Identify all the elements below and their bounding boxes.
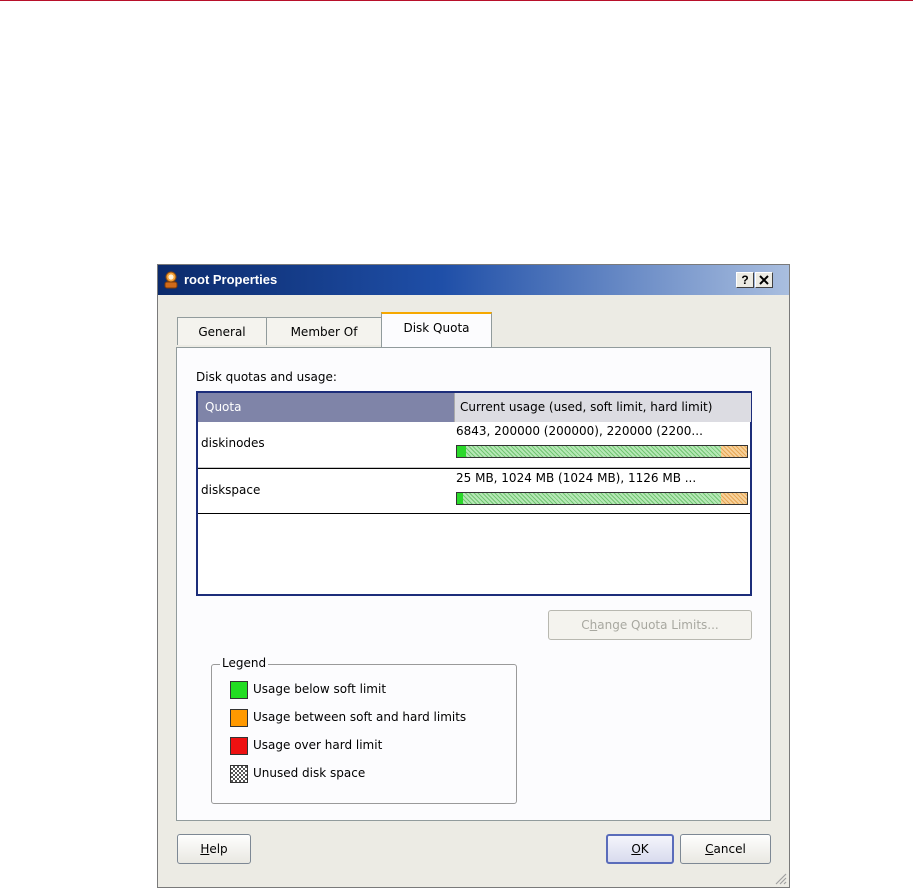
- help-title-button[interactable]: ?: [736, 272, 754, 288]
- tab-general[interactable]: General: [177, 317, 267, 345]
- ok-button[interactable]: OK: [606, 834, 674, 864]
- usage-bar: [456, 445, 748, 458]
- legend-title: Legend: [220, 656, 269, 670]
- close-title-button[interactable]: [755, 272, 773, 288]
- cancel-button[interactable]: Cancel: [680, 834, 771, 864]
- user-icon: [164, 271, 178, 289]
- tab-label: General: [198, 325, 246, 339]
- table-row[interactable]: diskinodes 6843, 200000 (200000), 220000…: [198, 422, 750, 468]
- color-swatch: [230, 681, 248, 699]
- usage-bar-free: [465, 446, 721, 457]
- title-bar[interactable]: root Properties ?: [158, 265, 789, 295]
- tab-disk-quota[interactable]: Disk Quota: [381, 312, 492, 347]
- tab-label: Member Of: [290, 325, 358, 339]
- legend-label: Usage below soft limit: [253, 682, 387, 696]
- cancel-button-label: Cancel: [705, 842, 746, 856]
- column-header-usage[interactable]: Current usage (used, soft limit, hard li…: [454, 393, 751, 422]
- quota-usage-text: 25 MB, 1024 MB (1024 MB), 1126 MB ...: [456, 471, 697, 485]
- quota-name: diskspace: [201, 483, 261, 497]
- usage-bar-used: [457, 446, 466, 457]
- quota-list[interactable]: Quota Current usage (used, soft limit, h…: [196, 391, 752, 596]
- usage-bar: [456, 492, 748, 505]
- usage-bar-soft-zone: [720, 446, 747, 457]
- change-quota-limits-button[interactable]: Change Quota Limits...: [548, 610, 752, 640]
- ok-button-label: OK: [631, 842, 649, 856]
- quota-name: diskinodes: [201, 436, 265, 450]
- properties-dialog: root Properties ? General Member Of Disk…: [157, 264, 790, 888]
- resize-grip-icon[interactable]: [773, 871, 787, 885]
- quota-usage-text: 6843, 200000 (200000), 220000 (2200...: [456, 424, 703, 438]
- help-button[interactable]: Help: [177, 834, 251, 864]
- help-button-label: Help: [200, 842, 228, 856]
- usage-bar-soft-zone: [720, 493, 747, 504]
- table-row[interactable]: diskspace 25 MB, 1024 MB (1024 MB), 1126…: [198, 468, 750, 514]
- tab-label: Disk Quota: [403, 321, 470, 335]
- window-title: root Properties: [184, 272, 278, 287]
- disk-quota-panel: Disk quotas and usage: Quota Current usa…: [176, 347, 771, 821]
- color-swatch: [230, 737, 248, 755]
- legend-label: Usage over hard limit: [253, 738, 383, 752]
- legend-group: Legend Usage below soft limit Usage betw…: [211, 656, 517, 804]
- page-top-rule: [0, 0, 913, 1]
- usage-bar-free: [463, 493, 721, 504]
- color-swatch: [230, 709, 248, 727]
- legend-label: Usage between soft and hard limits: [253, 710, 467, 724]
- column-header-quota[interactable]: Quota: [198, 393, 454, 422]
- color-swatch: [230, 765, 248, 783]
- tab-member-of[interactable]: Member Of: [266, 317, 382, 345]
- quota-section-label: Disk quotas and usage:: [196, 370, 337, 384]
- legend-label: Unused disk space: [253, 766, 366, 780]
- close-icon: [759, 275, 769, 285]
